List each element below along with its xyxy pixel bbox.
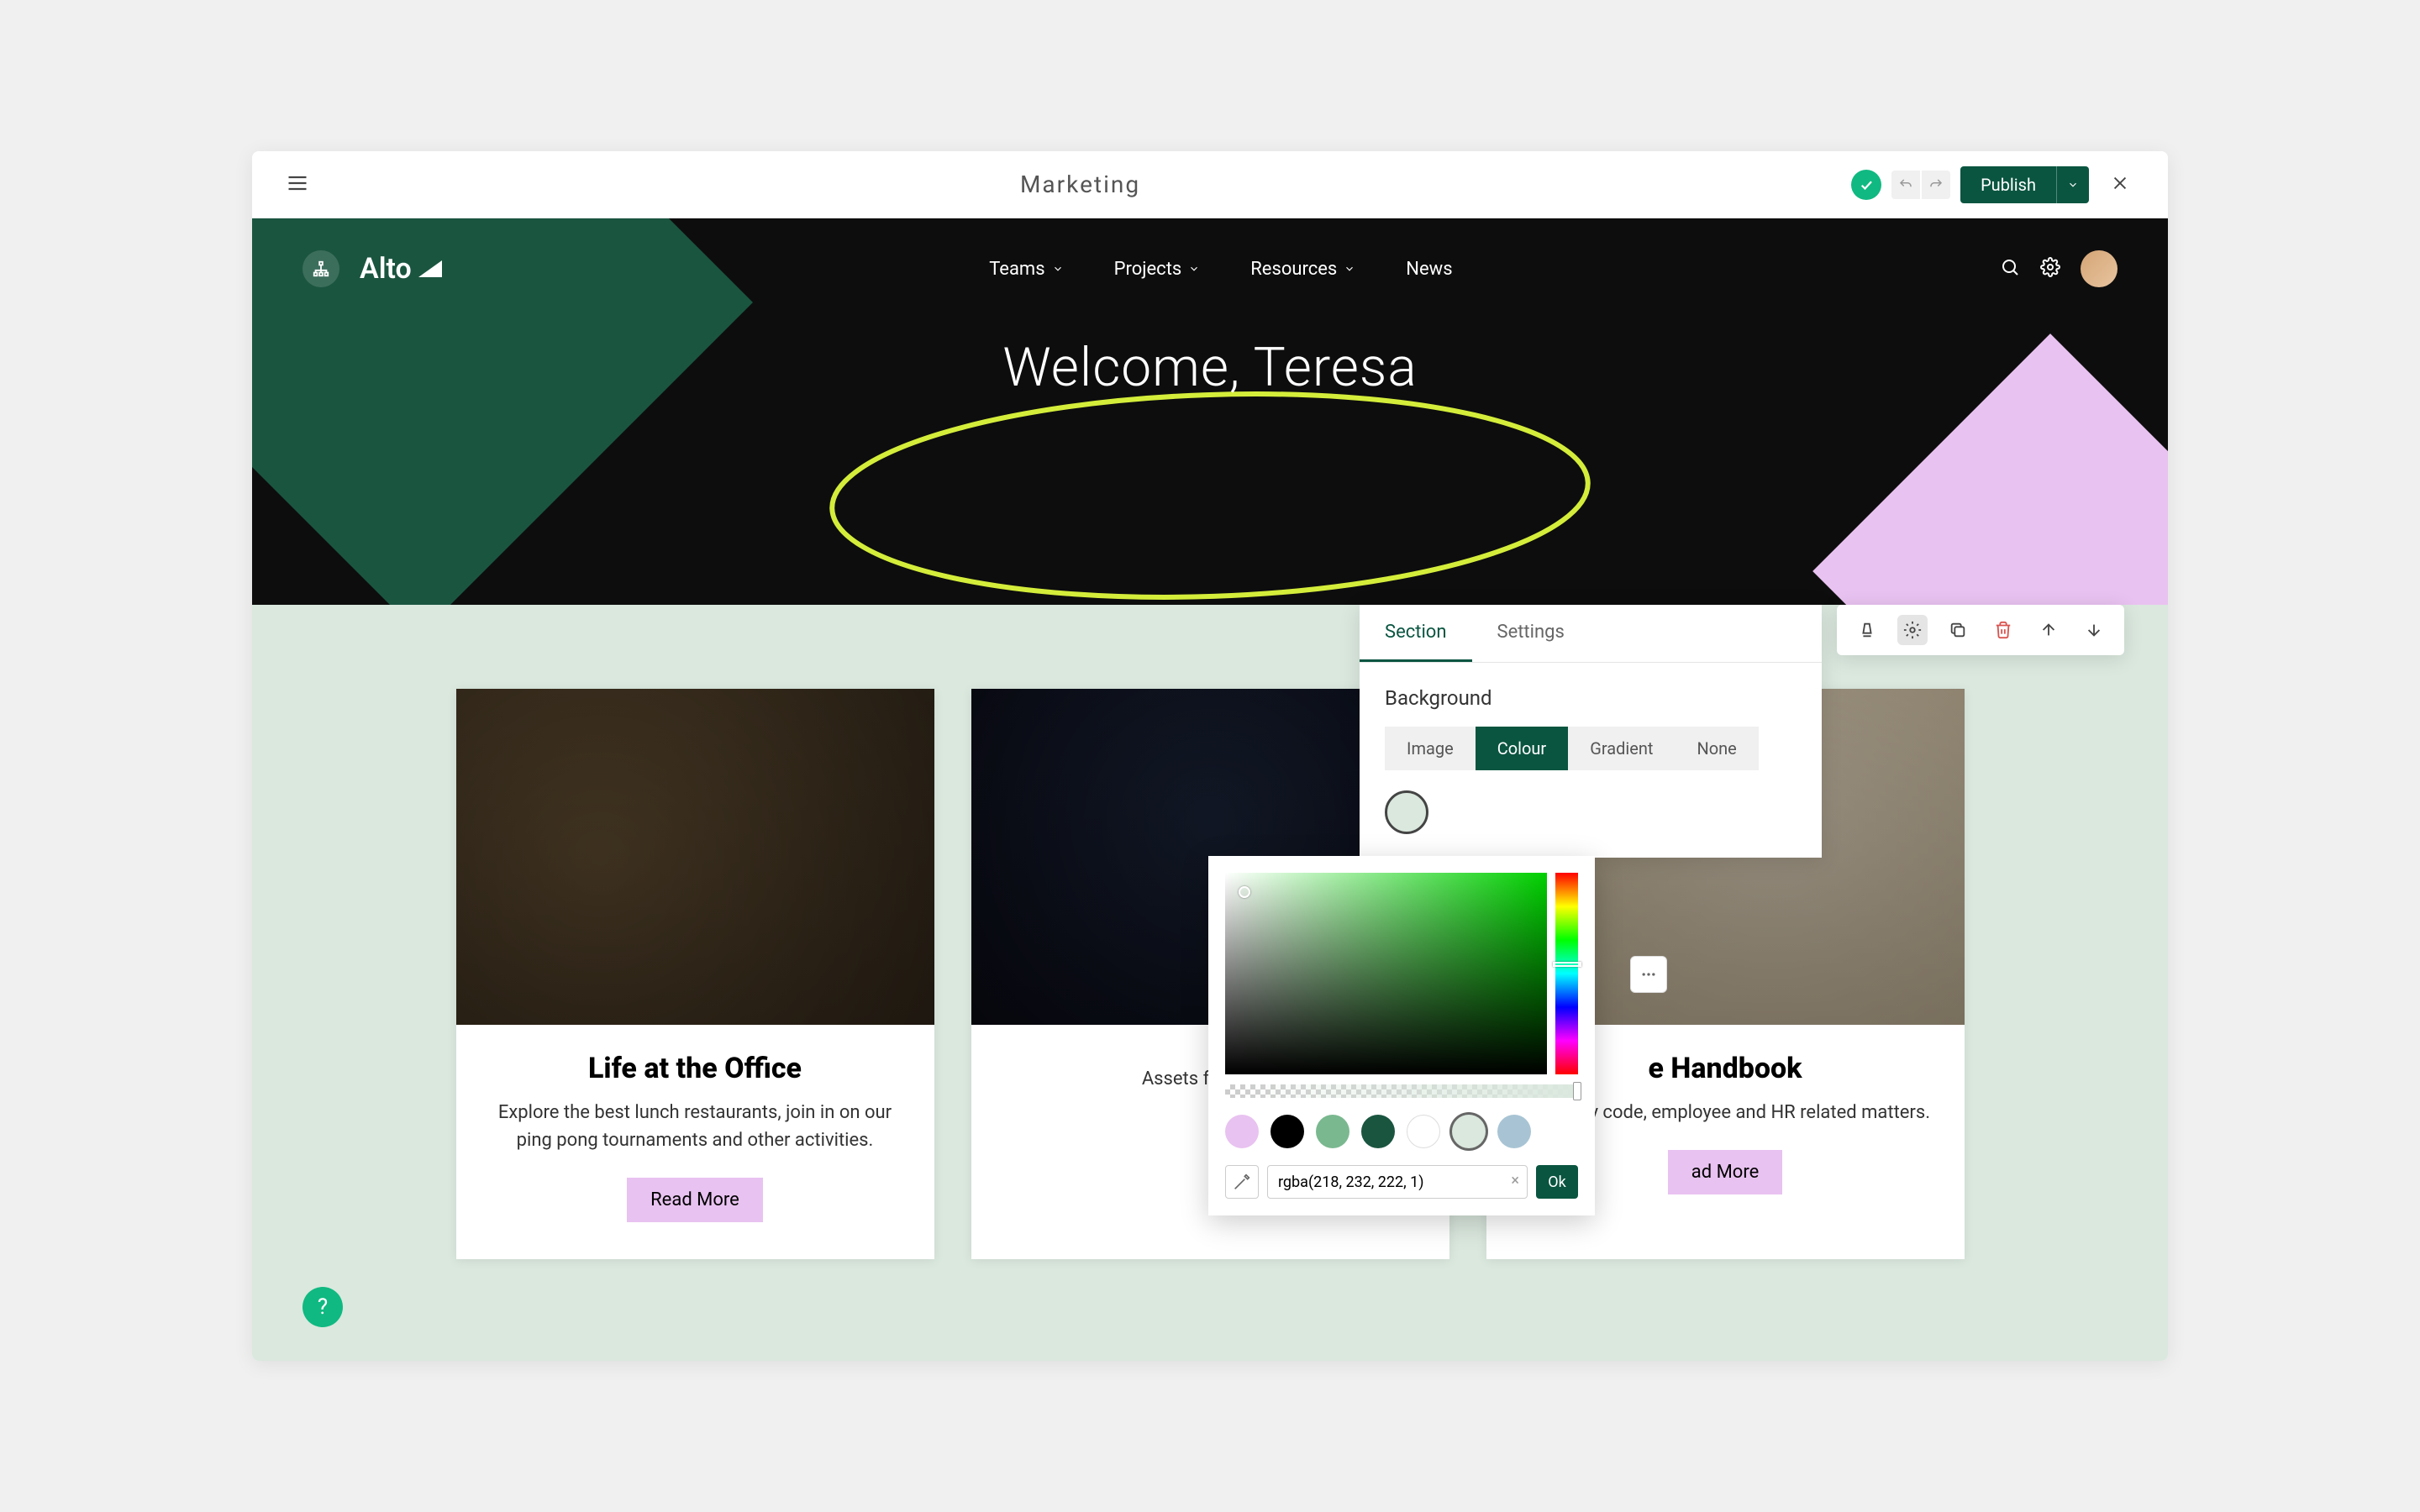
publish-group: Publish — [1960, 166, 2089, 203]
chevron-down-icon — [1344, 263, 1355, 275]
nav-item-label: Projects — [1114, 259, 1182, 280]
bg-type-image[interactable]: Image — [1385, 727, 1476, 770]
background-type-tabs: Image Colour Gradient None — [1385, 727, 1797, 770]
trash-icon[interactable] — [1988, 615, 2018, 645]
card-life-at-office[interactable]: Life at the Office Explore the best lunc… — [456, 689, 934, 1259]
panel-content: Background Image Colour Gradient None — [1360, 663, 1822, 858]
saturation-field[interactable] — [1225, 873, 1547, 1074]
status-check-icon — [1851, 170, 1881, 200]
page-title: Marketing — [309, 171, 1851, 198]
tab-settings[interactable]: Settings — [1472, 605, 1590, 662]
copy-icon[interactable] — [1943, 615, 1973, 645]
panel-tabs: Section Settings — [1360, 605, 1822, 663]
card-body: Life at the Office Explore the best lunc… — [456, 1025, 934, 1259]
close-button[interactable] — [2106, 169, 2134, 201]
logo[interactable]: Alto — [360, 252, 442, 286]
clear-input-icon[interactable]: × — [1511, 1172, 1519, 1189]
background-color-preview[interactable] — [1385, 790, 1428, 834]
alpha-cursor[interactable] — [1573, 1082, 1581, 1100]
card-title: Life at the Office — [487, 1052, 904, 1085]
nav-right — [2000, 250, 2118, 287]
editor-toolbar: Marketing Publish — [252, 151, 2168, 218]
avatar[interactable] — [2081, 250, 2118, 287]
swatch-blue[interactable] — [1497, 1115, 1531, 1148]
swatch-green-light[interactable] — [1316, 1115, 1349, 1148]
undo-redo-group — [1891, 171, 1950, 199]
color-value-input[interactable] — [1267, 1165, 1528, 1199]
picker-bottom: × Ok — [1225, 1165, 1578, 1199]
nav-links: Teams Projects Resources News — [442, 259, 2000, 280]
swatch-mint[interactable] — [1452, 1115, 1486, 1148]
arrow-up-icon[interactable] — [2033, 615, 2064, 645]
gear-icon[interactable] — [2040, 257, 2060, 281]
swatches — [1225, 1115, 1578, 1148]
bg-type-gradient[interactable]: Gradient — [1568, 727, 1675, 770]
ok-button[interactable]: Ok — [1536, 1165, 1578, 1199]
bg-type-none[interactable]: None — [1675, 727, 1758, 770]
chevron-down-icon — [1052, 263, 1064, 275]
hue-slider[interactable] — [1555, 873, 1578, 1074]
alpha-slider[interactable] — [1225, 1084, 1578, 1098]
nav-item-label: Teams — [989, 259, 1044, 280]
gear-icon[interactable] — [1897, 615, 1928, 645]
nav-teams[interactable]: Teams — [989, 259, 1063, 280]
more-options-button[interactable] — [1630, 956, 1667, 993]
nav-projects[interactable]: Projects — [1114, 259, 1201, 280]
welcome-text: Welcome, Teresa — [252, 336, 2168, 399]
logo-text: Alto — [360, 252, 412, 286]
app-window: Marketing Publish Alto — [252, 151, 2168, 1361]
toolbar-right: Publish — [1851, 166, 2134, 203]
sitemap-icon[interactable] — [302, 250, 339, 287]
read-more-button[interactable]: Read More — [627, 1178, 763, 1222]
saturation-cursor[interactable] — [1239, 886, 1250, 898]
menu-icon[interactable] — [286, 171, 309, 198]
hero-section: Alto Teams Projects Resources News Welco… — [252, 218, 2168, 605]
nav-item-label: Resources — [1250, 259, 1337, 280]
publish-dropdown-button[interactable] — [2056, 166, 2089, 203]
arrow-down-icon[interactable] — [2079, 615, 2109, 645]
color-picker: × Ok — [1208, 856, 1595, 1215]
search-icon[interactable] — [2000, 257, 2020, 281]
chevron-down-icon — [1188, 263, 1200, 275]
undo-button[interactable] — [1891, 171, 1920, 199]
nav-item-label: News — [1406, 259, 1452, 280]
card-desc: Explore the best lunch restaurants, join… — [487, 1099, 904, 1154]
eyedropper-icon[interactable] — [1225, 1165, 1259, 1199]
highlight-icon[interactable] — [1852, 615, 1882, 645]
picker-area — [1225, 873, 1578, 1074]
tab-section[interactable]: Section — [1360, 605, 1472, 662]
logo-icon — [418, 260, 442, 277]
swatch-black[interactable] — [1270, 1115, 1304, 1148]
card-image — [456, 689, 934, 1025]
bg-type-colour[interactable]: Colour — [1476, 727, 1569, 770]
redo-button[interactable] — [1922, 171, 1950, 199]
nav-news[interactable]: News — [1406, 259, 1452, 280]
help-button[interactable]: ? — [302, 1287, 343, 1327]
site-nav: Alto Teams Projects Resources News — [252, 218, 2168, 319]
background-label: Background — [1385, 686, 1797, 710]
read-more-button[interactable]: ad More — [1668, 1150, 1783, 1194]
section-settings-panel: Section Settings Background Image Colour… — [1360, 605, 1822, 858]
section-action-toolbar — [1837, 605, 2124, 655]
hero-welcome: Welcome, Teresa — [252, 336, 2168, 399]
hue-cursor[interactable] — [1553, 962, 1581, 967]
publish-button[interactable]: Publish — [1960, 166, 2056, 203]
nav-resources[interactable]: Resources — [1250, 259, 1355, 280]
swatch-white[interactable] — [1407, 1115, 1440, 1148]
swatch-green-dark[interactable] — [1361, 1115, 1395, 1148]
scribble-circle-icon — [807, 370, 1613, 605]
swatch-pink[interactable] — [1225, 1115, 1259, 1148]
